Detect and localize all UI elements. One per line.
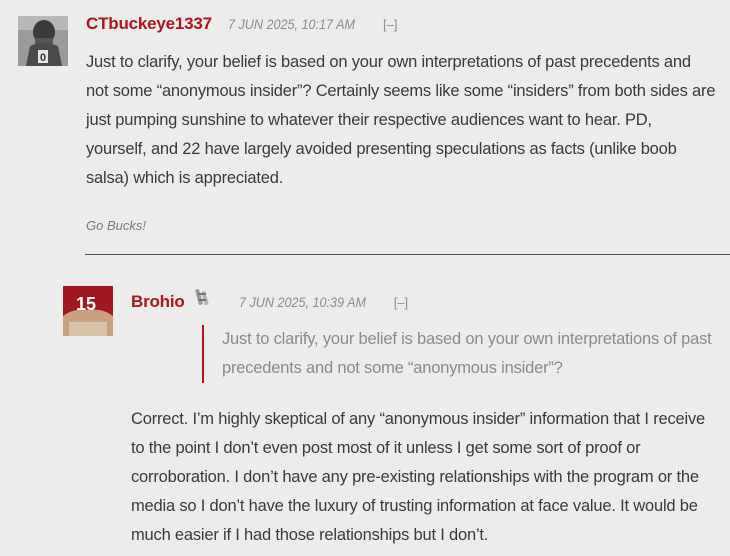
avatar[interactable]: 15 <box>63 286 113 336</box>
signature: Go Bucks! <box>86 218 146 233</box>
comment-meta: CTbuckeye1337 7 JUN 2025, 10:17 AM [–] <box>86 14 398 34</box>
comment-brohio: 15 Brohio 7 JUN 2025, 10:39 AM [–] Just … <box>0 270 730 556</box>
collapse-toggle[interactable]: [–] <box>383 17 397 32</box>
timestamp[interactable]: 7 JUN 2025, 10:17 AM <box>228 16 355 32</box>
divider <box>85 254 730 255</box>
comment-meta: Brohio 7 JUN 2025, 10:39 AM [–] <box>131 287 408 312</box>
avatar[interactable]: 0 <box>18 16 68 66</box>
comment-body: Correct. I’m highly skeptical of any “an… <box>131 410 705 544</box>
timestamp[interactable]: 7 JUN 2025, 10:39 AM <box>239 294 366 310</box>
jersey-number: 0 <box>40 52 46 64</box>
jersey-number: 15 <box>76 294 96 314</box>
blockquote: Just to clarify, your belief is based on… <box>202 325 728 383</box>
comment-ctbuckeye1337: 0 CTbuckeye1337 7 JUN 2025, 10:17 AM [–]… <box>0 0 730 260</box>
badge-icon <box>194 287 209 307</box>
username-link[interactable]: Brohio <box>131 292 185 312</box>
collapse-toggle[interactable]: [–] <box>394 295 408 310</box>
username-link[interactable]: CTbuckeye1337 <box>86 14 212 34</box>
comment-body: Just to clarify, your belief is based on… <box>86 53 716 187</box>
